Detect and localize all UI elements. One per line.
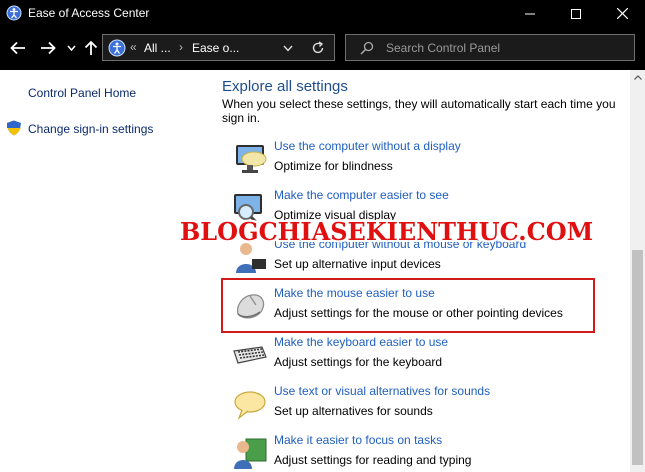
forward-button[interactable] bbox=[38, 37, 58, 59]
setting-item-keyboard-easier: Make the keyboard easier to use Adjust s… bbox=[230, 335, 625, 379]
setting-link[interactable]: Make the keyboard easier to use bbox=[274, 335, 448, 349]
setting-link[interactable]: Make it easier to focus on tasks bbox=[274, 433, 442, 447]
setting-item-sound-alternatives: Use text or visual alternatives for soun… bbox=[230, 384, 625, 428]
highlight-box bbox=[221, 278, 595, 333]
setting-description: Set up alternative input devices bbox=[274, 257, 441, 271]
control-panel-home-link[interactable]: Control Panel Home bbox=[28, 86, 136, 100]
setting-link[interactable]: Make the computer easier to see bbox=[274, 188, 449, 202]
setting-description: Adjust settings for the keyboard bbox=[274, 355, 443, 369]
minimize-button[interactable] bbox=[507, 0, 553, 27]
setting-description: Adjust settings for reading and typing bbox=[274, 453, 472, 467]
refresh-icon[interactable] bbox=[311, 41, 325, 55]
search-box[interactable]: Search Control Panel bbox=[345, 34, 635, 61]
scroll-thumb[interactable] bbox=[632, 250, 643, 465]
main-content: Explore all settings When you select the… bbox=[212, 70, 630, 472]
left-panel: Control Panel Home Change sign-in settin… bbox=[0, 70, 212, 472]
shield-icon bbox=[7, 120, 21, 136]
chevron-up-icon bbox=[633, 75, 642, 80]
speech-bubble-icon bbox=[234, 391, 266, 420]
arrow-left-icon bbox=[10, 41, 25, 55]
maximize-icon bbox=[571, 8, 581, 19]
keyboard-icon bbox=[233, 346, 267, 364]
setting-item-focus-on-tasks: Make it easier to focus on tasks Adjust … bbox=[230, 433, 625, 472]
control-panel-icon bbox=[108, 39, 126, 57]
address-bar[interactable]: « All ... › Ease o... bbox=[102, 34, 335, 61]
recent-locations-button[interactable] bbox=[64, 37, 78, 59]
close-button[interactable] bbox=[599, 0, 645, 27]
breadcrumb-all-control-panel[interactable]: All ... bbox=[144, 41, 171, 55]
search-icon bbox=[360, 41, 374, 55]
setting-description: Set up alternatives for sounds bbox=[274, 404, 433, 418]
maximize-button[interactable] bbox=[553, 0, 599, 27]
arrow-right-icon bbox=[41, 41, 56, 55]
title-bar: Ease of Access Center bbox=[0, 0, 645, 27]
chevron-down-icon bbox=[66, 45, 76, 51]
section-title: Explore all settings bbox=[222, 78, 348, 95]
watermark: BLOGCHIASEKIENTHUC.COM bbox=[180, 217, 594, 246]
setting-link[interactable]: Use text or visual alternatives for soun… bbox=[274, 384, 490, 398]
section-description: When you select these settings, they wil… bbox=[222, 97, 616, 125]
ease-of-access-icon bbox=[6, 5, 22, 21]
minimize-icon bbox=[525, 13, 535, 14]
person-screen-icon bbox=[234, 438, 267, 469]
address-dropdown-icon[interactable] bbox=[283, 45, 293, 52]
setting-link[interactable]: Use the computer without a display bbox=[274, 139, 461, 153]
setting-item-without-display: Use the computer without a display Optim… bbox=[230, 139, 625, 183]
up-button[interactable] bbox=[82, 37, 100, 59]
monitor-icon bbox=[236, 145, 267, 173]
back-button[interactable] bbox=[8, 37, 28, 59]
change-sign-in-settings-link[interactable]: Change sign-in settings bbox=[28, 122, 153, 136]
scroll-up-button[interactable] bbox=[630, 70, 645, 85]
close-icon bbox=[616, 8, 628, 19]
setting-description: Optimize for blindness bbox=[274, 159, 393, 173]
window-title: Ease of Access Center bbox=[28, 6, 150, 20]
arrow-up-icon bbox=[84, 40, 98, 55]
search-placeholder: Search Control Panel bbox=[386, 41, 501, 55]
breadcrumb-separator[interactable]: › bbox=[179, 40, 183, 54]
vertical-scrollbar[interactable] bbox=[630, 70, 645, 472]
breadcrumb-ease-of-access[interactable]: Ease o... bbox=[192, 41, 239, 55]
address-overflow[interactable]: « bbox=[130, 40, 137, 54]
